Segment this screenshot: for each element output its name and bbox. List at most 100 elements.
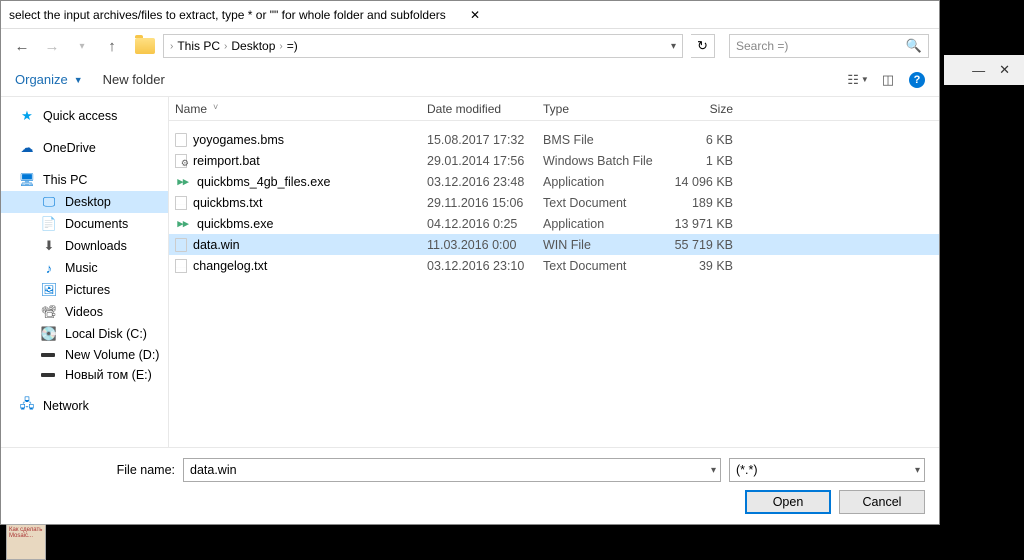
new-folder-button[interactable]: New folder [103,72,165,87]
file-name: changelog.txt [193,259,267,273]
file-size: 14 096 KB [663,175,743,189]
file-icon: ▸▸ [175,174,191,190]
background-window-titlebar: — ✕ [944,55,1024,85]
up-icon[interactable]: ↑ [101,35,123,57]
refresh-icon[interactable]: ↻ [691,34,715,58]
file-size: 13 971 KB [663,217,743,231]
file-row[interactable]: changelog.txt03.12.2016 23:10Text Docume… [169,255,939,276]
breadcrumb[interactable]: › This PC › Desktop › =) ▾ [163,34,683,58]
breadcrumb-current[interactable]: =) [287,39,298,53]
file-date: 04.12.2016 0:25 [427,217,543,231]
column-headers: Name˅ Date modified Type Size [169,97,939,121]
file-size: 55 719 KB [663,238,743,252]
sidebar-item-novyi[interactable]: Новый том (E:) [1,365,168,385]
col-type[interactable]: Type [543,102,663,116]
chevron-down-icon[interactable]: ▼ [74,75,83,85]
back-icon[interactable]: ← [11,35,33,57]
dialog-titlebar: select the input archives/files to extra… [1,1,939,29]
file-name: yoyogames.bms [193,133,284,147]
file-icon: ▸▸ [175,216,191,232]
help-icon[interactable]: ? [909,72,925,88]
chevron-right-icon: › [279,41,282,52]
breadcrumb-thispc[interactable]: This PC [177,39,220,53]
file-icon [175,238,187,252]
file-row[interactable]: yoyogames.bms 15.08.2017 17:32BMS File6 K… [169,129,939,150]
view-options-icon[interactable]: ☷ ▼ [849,71,867,89]
file-date: 29.11.2016 15:06 [427,196,543,210]
sidebar-item-onedrive[interactable]: ☁OneDrive [1,137,168,159]
minimize-icon[interactable]: — [972,63,985,78]
file-type: Application [543,175,663,189]
sidebar-item-downloads[interactable]: ⬇Downloads [1,235,168,257]
preview-pane-icon[interactable]: ◫ [879,71,897,89]
file-row[interactable]: quickbms.txt29.11.2016 15:06Text Documen… [169,192,939,213]
file-type: BMS File [543,133,663,147]
file-type: WIN File [543,238,663,252]
sidebar-item-videos[interactable]: 📽Videos [1,301,168,323]
sidebar-item-music[interactable]: ♪Music [1,257,168,279]
sidebar-item-desktop[interactable]: 🖵Desktop [1,191,168,213]
file-date: 15.08.2017 17:32 [427,133,543,147]
file-date: 29.01.2014 17:56 [427,154,543,168]
sidebar-item-pictures[interactable]: 🖼Pictures [1,279,168,301]
file-row[interactable]: data.win 11.03.2016 0:00WIN File55 719 KB [169,234,939,255]
command-toolbar: Organize ▼ New folder ☷ ▼ ◫ ? [1,63,939,97]
file-icon [175,196,187,210]
chevron-right-icon: › [170,41,173,52]
filetype-value: (*.*) [736,463,758,477]
history-dropdown-icon[interactable]: ▾ [71,35,93,57]
sidebar-item-localdisk[interactable]: 💽Local Disk (C:) [1,323,168,345]
sidebar-item-newvolume[interactable]: New Volume (D:) [1,345,168,365]
file-type: Application [543,217,663,231]
sidebar-item-documents[interactable]: 📄Documents [1,213,168,235]
col-date[interactable]: Date modified [427,102,543,116]
open-button[interactable]: Open [745,490,831,514]
filetype-select[interactable]: (*.*) ▾ [729,458,925,482]
breadcrumb-desktop[interactable]: Desktop [231,39,275,53]
filename-input[interactable]: data.win ▾ [183,458,721,482]
file-name: data.win [193,238,240,252]
col-name[interactable]: Name˅ [169,102,427,116]
main-pane: ★Quick access ☁OneDrive 🖥This PC 🖵Deskto… [1,97,939,447]
forward-icon: → [41,35,63,57]
file-icon [175,133,187,147]
close-icon[interactable]: ✕ [999,62,1010,78]
file-size: 6 KB [663,133,743,147]
search-icon[interactable]: 🔍 [906,38,922,54]
file-date: 11.03.2016 0:00 [427,238,543,252]
sidebar-item-thispc[interactable]: 🖥This PC [1,169,168,191]
chevron-right-icon: › [224,41,227,52]
file-size: 189 KB [663,196,743,210]
dialog-footer: File name: data.win ▾ (*.*) ▾ Open Cance… [1,447,939,524]
file-icon [175,154,187,168]
nav-toolbar: ← → ▾ ↑ › This PC › Desktop › =) ▾ ↻ Sea… [1,29,939,63]
file-row[interactable]: ▸▸ quickbms.exe 04.12.2016 0:25Application… [169,213,939,234]
file-row[interactable]: ▸▸ quickbms_4gb_files.exe 03.12.2016 23:48… [169,171,939,192]
file-date: 03.12.2016 23:48 [427,175,543,189]
file-name: quickbms_4gb_files.exe [197,175,330,189]
sidebar-item-network[interactable]: 🖧Network [1,395,168,417]
file-icon [175,259,187,273]
chevron-down-icon[interactable]: ▾ [671,41,676,52]
file-type: Text Document [543,259,663,273]
file-row[interactable]: reimport.bat 29.01.2014 17:56Windows Batc… [169,150,939,171]
search-input[interactable]: Search =) 🔍 [729,34,929,58]
search-placeholder: Search =) [736,39,788,53]
chevron-down-icon[interactable]: ▾ [711,465,716,476]
file-name: quickbms.exe [197,217,273,231]
cancel-button[interactable]: Cancel [839,490,925,514]
organize-button[interactable]: Organize [15,72,68,87]
file-name: reimport.bat [193,154,260,168]
taskbar-thumbnail[interactable]: Как сделать Mosaic... [6,524,46,560]
navigation-tree: ★Quick access ☁OneDrive 🖥This PC 🖵Deskto… [1,97,169,447]
filename-label: File name: [15,463,175,477]
chevron-down-icon[interactable]: ▾ [915,465,920,476]
col-size[interactable]: Size [663,102,743,116]
file-type: Windows Batch File [543,154,663,168]
sort-indicator-icon: ˅ [213,102,218,116]
file-name: quickbms.txt [193,196,262,210]
close-icon[interactable]: ✕ [464,8,931,22]
file-open-dialog: select the input archives/files to extra… [0,0,940,525]
sidebar-item-quick-access[interactable]: ★Quick access [1,105,168,127]
file-list: Name˅ Date modified Type Size yoyogames.… [169,97,939,447]
